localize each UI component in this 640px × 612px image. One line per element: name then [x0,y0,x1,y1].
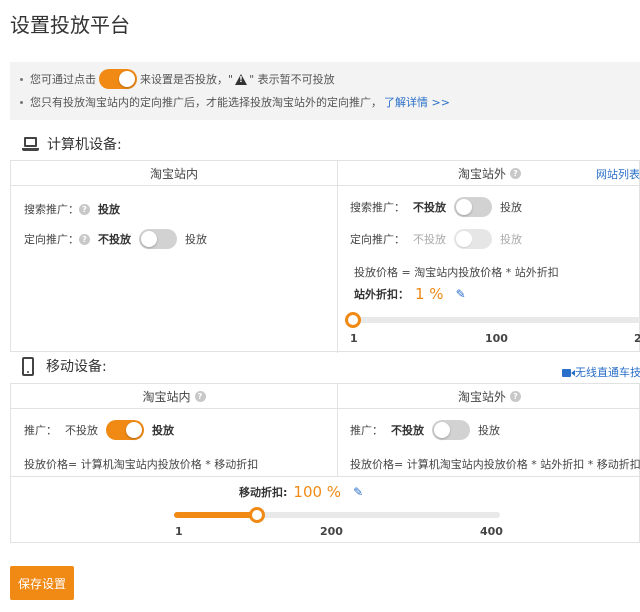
toggle-knob [141,231,157,247]
mobile-slider-handle[interactable] [248,507,265,523]
mobile-col-outside-title: 淘宝站外 [457,389,506,404]
toggle-knob [119,71,135,87]
pc-outside-target-toggle[interactable] [454,229,492,249]
notice-text: 您只有投放淘宝站内的定向推广后，才能选择投放淘宝站外的定向推广， [30,96,382,109]
price-formula-text: 投放价格 = 淘宝站内投放价格 * 站外折扣 [354,266,559,279]
toggle-knob [126,422,142,438]
mobile-col-inside-title: 淘宝站内 [142,389,191,404]
learn-more-link[interactable]: 了解详情 >> [384,94,450,110]
toggle-knob [456,231,472,247]
slider-tick-min: 1 [175,525,183,538]
pc-divider [337,161,338,353]
promo-label: 推广： [350,424,383,437]
save-button[interactable]: 保存设置 [10,566,74,600]
on-label: 投放 [185,233,207,246]
pc-section-heading: 计算机设备: [22,134,122,154]
pc-price-formula: 投放价格 = 淘宝站内投放价格 * 站外折扣 [354,264,559,280]
mobile-col-outside-header: 淘宝站外 ? [338,384,640,409]
slider-tick-min: 1 [350,332,358,345]
bullet-icon [20,77,23,81]
toggle-knob [456,199,472,215]
promo-label: 推广： [24,424,57,437]
mobile-inside-formula: 投放价格= 计算机淘宝站内投放价格 * 移动折扣 [24,456,258,472]
toggle-example [99,69,137,89]
mobile-inside-row: 推广： 不投放 投放 [24,420,174,440]
wireless-link[interactable]: 无线直通车技 [562,364,640,380]
pc-inside-target-row: 定向推广： ? 不投放 投放 [24,229,207,249]
pc-outside-search-toggle[interactable] [454,197,492,217]
pencil-icon[interactable]: ✎ [353,485,363,499]
pc-slider-track[interactable] [351,317,640,323]
price-formula-text: 投放价格= 计算机淘宝站内投放价格 * 移动折扣 [24,458,259,471]
discount-label: 移动折扣: [239,486,288,499]
search-promo-value: 投放 [98,203,120,216]
pc-outside-target-row: 定向推广： 不投放 投放 [350,229,522,249]
pc-outside-search-row: 搜索推广： 不投放 投放 [350,197,522,217]
mobile-section-heading: 移动设备: [22,356,107,376]
notice-line-2: 您只有投放淘宝站内的定向推广后，才能选择投放淘宝站外的定向推广， 了解详情 >> [20,94,450,110]
notice-box: 您可通过点击 来设置是否投放，" " 表示暂不可投放 您只有投放淘宝站内的定向推… [10,62,640,120]
pc-col-inside-title: 淘宝站内 [149,166,198,181]
toggle-knob [434,422,450,438]
mobile-heading-text: 移动设备: [46,359,107,375]
phone-icon [22,356,34,376]
target-promo-label: 定向推广： [350,233,405,246]
pc-slider-handle[interactable] [345,312,361,328]
slider-tick-mid: 200 [320,525,343,538]
slider-tick-max: 2 [634,332,640,345]
notice-suffix: " 表示暂不可投放 [249,73,335,86]
pc-col-outside-header: 淘宝站外 ? [338,161,640,186]
off-label: 不投放 [391,424,424,437]
laptop-icon [22,137,39,151]
help-icon[interactable]: ? [510,167,521,179]
notice-mid: 来设置是否投放，" [140,73,234,86]
pc-inside-search-row: 搜索推广： ? 投放 [24,201,120,217]
on-label: 投放 [500,201,522,214]
mobile-panel: 淘宝站内 ? 淘宝站外 ? 推广： 不投放 投放 投放价格= 计算机淘宝站内投放… [10,383,640,543]
mobile-outside-formula: 投放价格= 计算机淘宝站内投放价格 * 站外折扣 * 移动折扣 [350,456,640,472]
pc-panel: 淘宝站内 淘宝站外 ? 网站列表 搜索推广： ? 投放 定向推广： ? 不投放 … [10,160,640,353]
warning-icon [235,73,248,85]
help-icon[interactable]: ? [79,203,90,215]
pencil-icon[interactable]: ✎ [456,287,466,301]
discount-value: 1 % [415,285,444,303]
slider-tick-mid: 100 [485,332,508,345]
target-promo-label: 定向推广： [24,233,79,246]
bullet-icon [20,100,23,104]
mobile-discount-row: 移动折扣: 100 % ✎ [239,483,363,501]
pc-heading-text: 计算机设备: [47,137,122,153]
search-promo-label: 搜索推广： [350,201,405,214]
on-label: 投放 [478,424,500,437]
help-icon[interactable]: ? [194,390,206,402]
price-formula-text: 投放价格= 计算机淘宝站内投放价格 * 站外折扣 * 移动折扣 [350,458,640,471]
camera-icon [562,369,575,377]
mobile-outside-toggle[interactable] [432,420,470,440]
mobile-outside-row: 推广： 不投放 投放 [350,420,500,440]
notice-prefix: 您可通过点击 [30,73,96,86]
help-icon[interactable]: ? [510,390,521,402]
site-list-link[interactable]: 网站列表 [596,166,640,182]
pc-inside-target-toggle[interactable] [139,229,177,249]
discount-label: 站外折扣： [354,288,409,301]
slider-tick-max: 400 [480,525,503,538]
notice-line-1: 您可通过点击 来设置是否投放，" " 表示暂不可投放 [20,69,335,89]
on-label: 投放 [152,424,174,437]
off-label: 不投放 [413,201,446,214]
pc-discount-row: 站外折扣： 1 % ✎ [354,285,466,303]
mobile-row-divider [11,476,639,477]
off-label: 不投放 [98,233,131,246]
pc-col-outside-title: 淘宝站外 [457,166,506,181]
search-promo-label: 搜索推广： [24,203,79,216]
mobile-slider-fill [174,512,257,518]
help-icon[interactable]: ? [79,233,90,245]
on-label: 投放 [500,233,522,246]
pc-col-inside-header: 淘宝站内 [11,161,337,186]
wireless-link-text: 无线直通车技 [575,366,640,379]
off-label: 不投放 [413,233,446,246]
mobile-col-inside-header: 淘宝站内 ? [11,384,337,409]
mobile-inside-toggle[interactable] [106,420,144,440]
off-label: 不投放 [65,424,98,437]
page-title: 设置投放平台 [10,13,130,37]
discount-value: 100 % [293,483,342,501]
